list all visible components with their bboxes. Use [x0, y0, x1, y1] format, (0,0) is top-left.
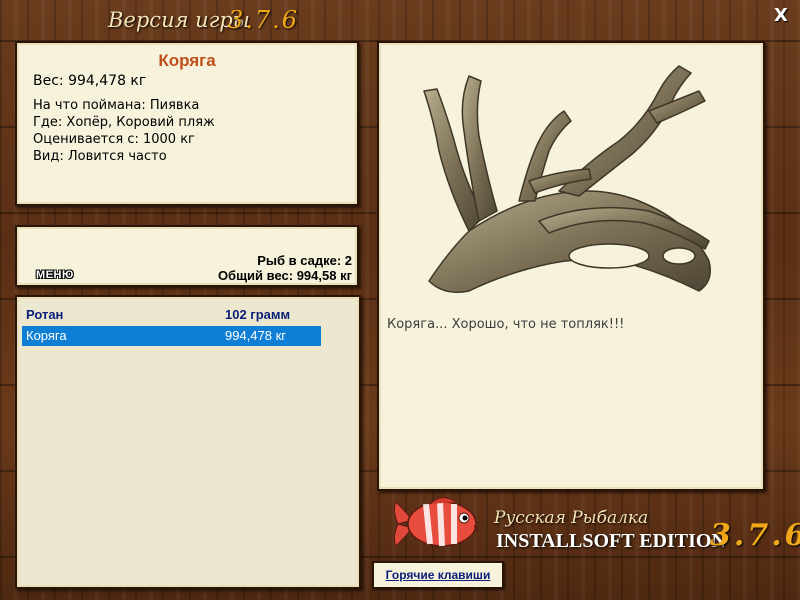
detail-valuation: Оценивается с: 1000 кг [33, 132, 195, 147]
detail-location: Где: Хопёр, Коровий пляж [33, 115, 215, 130]
brand-version: 3.7.6 [710, 518, 800, 553]
keepnet-status-panel: МЕНЮ Рыб в садке: 2 Общий вес: 994,58 кг [15, 225, 359, 287]
catch-image-panel: Коряга... Хорошо, что не топляк!!! [377, 41, 765, 491]
brand-edition: INSTALLSOFT EDITION [496, 530, 726, 552]
close-button[interactable]: X [771, 6, 791, 26]
list-item-selected[interactable]: Коряга 994,478 кг [22, 326, 321, 346]
game-version-number: 3.7.6 [228, 6, 300, 34]
catch-info-panel: Коряга Вес: 994,478 кг На что поймана: П… [15, 41, 359, 206]
list-item-name: Ротан [26, 307, 64, 322]
list-item-weight: 102 грамм [225, 307, 291, 322]
list-item-weight: 994,478 кг [225, 328, 287, 343]
list-item-name: Коряга [26, 328, 67, 343]
fish-logo-icon [393, 497, 479, 547]
fish-count: Рыб в садке: 2 [257, 253, 352, 268]
catch-list-panel: Ротан 102 грамм Коряга 994,478 кг [15, 295, 361, 589]
list-item[interactable]: Ротан 102 грамм [22, 305, 321, 325]
catch-details: На что поймана: Пиявка Где: Хопёр, Коров… [33, 97, 215, 165]
title-bar: Версия игры 3.7.6 X [0, 0, 800, 38]
detail-bait: На что поймана: Пиявка [33, 98, 200, 113]
total-weight: Общий вес: 994,58 кг [217, 268, 352, 283]
hotkeys-button[interactable]: Горячие клавиши [372, 561, 504, 589]
detail-frequency: Вид: Ловится часто [33, 149, 167, 164]
keepnet-summary: Рыб в садке: 2 Общий вес: 994,58 кг [218, 253, 352, 283]
catch-name: Коряга [158, 51, 216, 70]
brand-title: Русская Рыбалка [494, 508, 649, 528]
driftwood-image [423, 65, 711, 293]
catch-caption: Коряга... Хорошо, что не топляк!!! [387, 317, 625, 332]
menu-button[interactable]: МЕНЮ [36, 269, 74, 281]
catch-weight: Вес: 994,478 кг [33, 73, 147, 89]
